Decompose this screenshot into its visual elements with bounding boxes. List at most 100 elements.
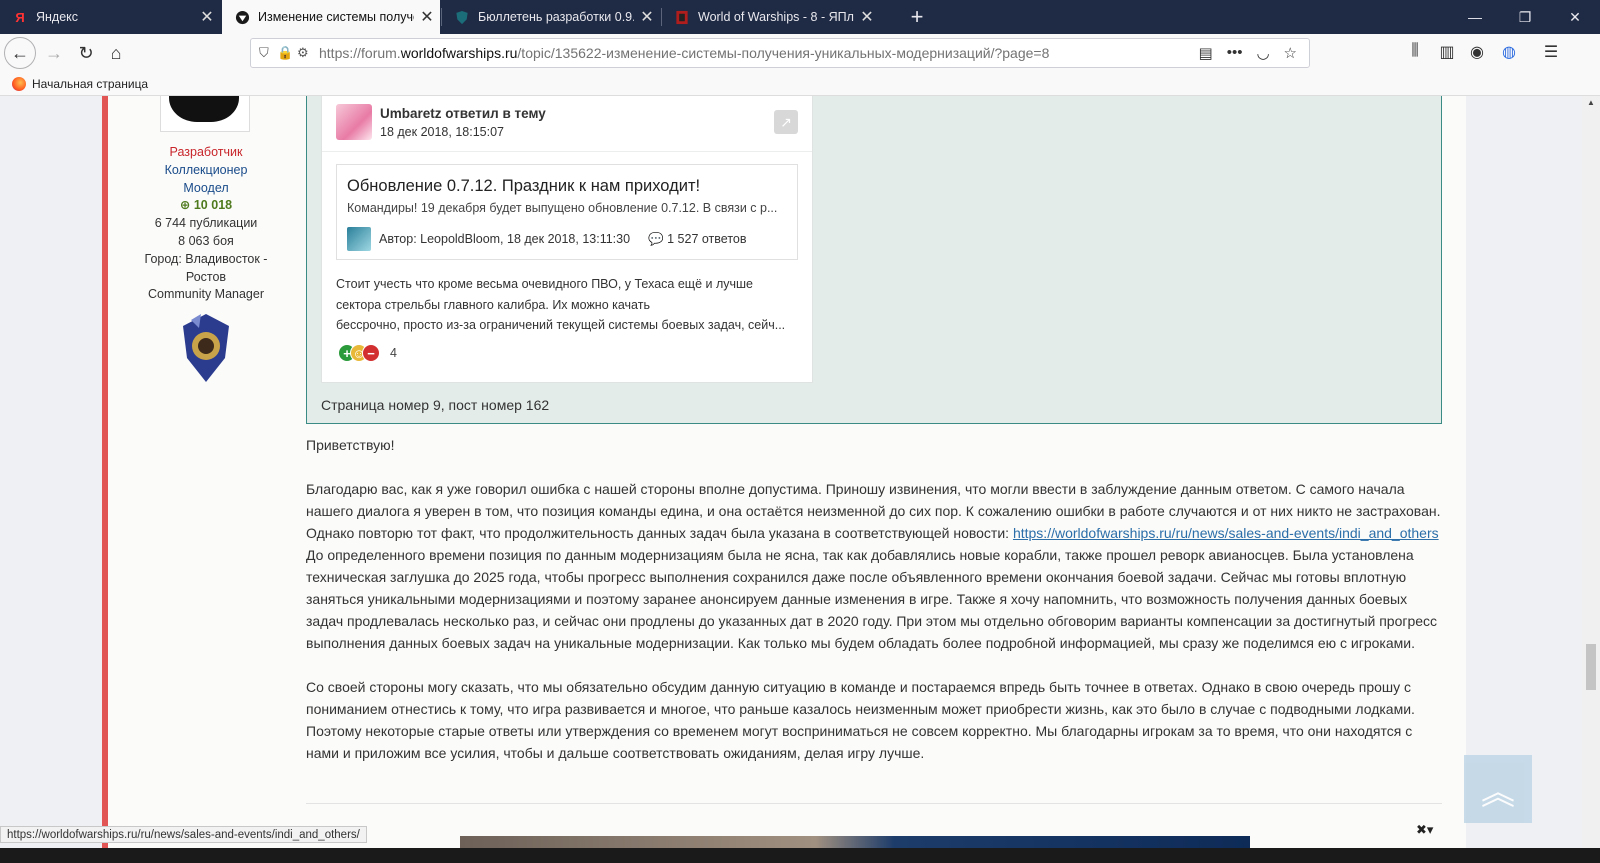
home-icon: ⌂ — [110, 42, 122, 63]
badge-emblem-icon — [179, 312, 233, 384]
vpn-globe-icon[interactable]: ◍ — [1498, 42, 1520, 62]
tab-yandex[interactable]: Я Яндекс ✕ — [0, 0, 220, 34]
tab-bar: Я Яндекс ✕ Изменение системы получени ✕ … — [0, 0, 1600, 34]
url-prefix: https://forum. — [319, 45, 401, 61]
bookmark-home[interactable]: Начальная страница — [32, 77, 148, 91]
role-collector: Коллекционер — [164, 162, 248, 177]
greeting: Приветствую! — [306, 437, 395, 453]
member-title: Community Manager — [147, 287, 264, 302]
paragraph-1: Благодарю вас, как я уже говорил ошибка … — [306, 478, 1442, 654]
tab-active[interactable]: Изменение системы получени ✕ — [222, 0, 440, 34]
tab-wows-yaplakal[interactable]: World of Warships - 8 - ЯПлак ✕ — [662, 0, 880, 34]
divider — [306, 803, 1442, 804]
tab-title: World of Warships - 8 - ЯПлак — [698, 10, 854, 24]
arrow-right-icon: → — [45, 42, 63, 63]
ad-banner[interactable] — [460, 836, 1250, 848]
page-content: Разработчик Коллекционер Моодел ⊕ 10 018… — [0, 96, 1582, 848]
address-bar[interactable]: ⛉ 🔒 ⚙ https://forum.worldofwarships.ru/t… — [250, 38, 1310, 68]
new-tab-button[interactable]: + — [904, 0, 930, 34]
permissions-icon[interactable]: ⚙ — [297, 45, 319, 61]
reply-count: 1 527 ответов — [667, 231, 747, 246]
news-link[interactable]: https://worldofwarships.ru/ru/news/sales… — [1013, 525, 1439, 541]
library-icon[interactable]: ⫼ — [1404, 42, 1426, 60]
role-modeler: Моодел — [183, 180, 229, 195]
city-continued: Ростов — [185, 269, 227, 284]
bookmark-star-icon[interactable]: ☆ — [1284, 44, 1297, 62]
reputation-value: 10 018 — [193, 198, 233, 213]
post-body: Приветствую! Благодарю вас, как я уже го… — [306, 434, 1442, 786]
author-avatar-icon — [347, 227, 371, 251]
url-domain: worldofwarships.ru — [400, 45, 518, 61]
city: Город: Владивосток - — [144, 251, 268, 266]
quote-header: Umbaretz ответил в тему 18 дек 2018, 18:… — [322, 96, 812, 152]
plus-circle-icon: ⊕ — [179, 198, 191, 213]
nav-bar: ← → ↻ ⌂ ⛉ 🔒 ⚙ https://forum.worldofwarsh… — [0, 34, 1600, 72]
close-icon[interactable]: ✕ — [414, 7, 440, 27]
scroll-thumb[interactable] — [1586, 644, 1596, 690]
post-count: 6 744 публикации — [154, 216, 258, 231]
sidebar-icon[interactable]: ▥ — [1436, 42, 1458, 62]
reload-icon: ↻ — [78, 42, 94, 63]
forward-button[interactable]: → — [38, 37, 70, 69]
quote-card: Umbaretz ответил в тему 18 дек 2018, 18:… — [321, 96, 813, 383]
restore-button[interactable]: ❐ — [1500, 0, 1550, 34]
close-icon[interactable]: ✕ — [194, 7, 220, 27]
double-chevron-up-icon: ︽ — [1481, 773, 1515, 812]
battle-count: 8 063 боя — [178, 233, 234, 248]
bookmarks-bar: Начальная страница — [0, 72, 1600, 96]
share-icon[interactable]: ↗ — [774, 110, 798, 134]
embed-title[interactable]: Обновление 0.7.12. Праздник к нам приход… — [347, 177, 700, 196]
tab-title: Бюллетень разработки 0.9.0 | — [478, 10, 634, 24]
ad-close-icon[interactable]: ✖▾ — [1416, 822, 1433, 838]
more-actions-icon[interactable]: ••• — [1227, 44, 1243, 62]
status-bar-url: https://worldofwarships.ru/ru/news/sales… — [0, 826, 367, 843]
quote-line: Стоит учесть что кроме весьма очевидного… — [336, 277, 753, 291]
tab-bulletin[interactable]: Бюллетень разработки 0.9.0 | ✕ — [442, 0, 660, 34]
reload-button[interactable]: ↻ — [70, 37, 102, 69]
embedded-topic[interactable]: Обновление 0.7.12. Праздник к нам приход… — [336, 164, 798, 260]
url-actions: ▤ ••• ◡ ☆ — [1199, 44, 1310, 62]
reputation: ⊕ 10 018 — [108, 197, 304, 215]
pocket-icon[interactable]: ◡ — [1256, 44, 1269, 62]
scroll-to-top-button[interactable]: ︽ — [1464, 755, 1532, 823]
home-button[interactable]: ⌂ — [100, 37, 132, 69]
role-developer: Разработчик — [169, 145, 243, 159]
close-icon[interactable]: ✕ — [634, 7, 660, 27]
tracking-shield-icon[interactable]: ⛉ — [259, 45, 277, 61]
author-panel: Разработчик Коллекционер Моодел ⊕ 10 018… — [108, 96, 304, 384]
close-icon[interactable]: ✕ — [854, 7, 880, 27]
tab-separator — [441, 8, 442, 26]
comment-icon: 💬 — [648, 231, 664, 246]
tab-title: Изменение системы получени — [258, 10, 414, 24]
firefox-icon — [12, 76, 26, 91]
tab-title: Яндекс — [36, 10, 79, 24]
embed-meta: Автор: LeopoldBloom, 18 дек 2018, 13:11:… — [347, 227, 747, 251]
text: До определенного времени позиция по данн… — [306, 547, 1438, 651]
account-icon[interactable]: ◉ — [1466, 42, 1488, 62]
wows-red-icon — [674, 9, 690, 25]
minimize-button[interactable]: — — [1450, 0, 1500, 34]
tab-separator — [661, 8, 662, 26]
back-button[interactable]: ← — [4, 37, 36, 69]
shield-icon — [454, 9, 470, 25]
taskbar-edge — [0, 848, 1600, 863]
lock-icon[interactable]: 🔒 — [277, 45, 297, 61]
menu-icon[interactable]: ☰ — [1540, 42, 1562, 62]
quoted-user-avatar[interactable] — [336, 104, 372, 140]
scroll-up-icon[interactable]: ▲ — [1582, 96, 1600, 110]
scrollbar[interactable]: ▲ — [1582, 96, 1600, 848]
quote-line: сектора стрельбы главного калибра. Их мо… — [336, 297, 650, 312]
url-path: /topic/135622-изменение-системы-получени… — [517, 45, 1050, 61]
reader-view-icon[interactable]: ▤ — [1199, 44, 1213, 62]
reactions[interactable]: + ☺ − 4 — [338, 344, 397, 362]
quote-line: бессрочно, просто из-за ограничений теку… — [336, 318, 786, 332]
window-close-button[interactable]: ✕ — [1550, 0, 1600, 34]
wows-icon — [234, 9, 250, 25]
url-text[interactable]: https://forum.worldofwarships.ru/topic/1… — [319, 45, 1199, 61]
reaction-count: 4 — [390, 346, 397, 360]
quote-text: Стоит учесть что кроме весьма очевидного… — [336, 274, 802, 336]
quote-block: Umbaretz ответил в тему 18 дек 2018, 18:… — [306, 96, 1442, 424]
avatar[interactable] — [160, 96, 250, 132]
quote-author[interactable]: Umbaretz ответил в тему — [380, 106, 546, 121]
embed-author: Автор: LeopoldBloom, 18 дек 2018, 13:11:… — [379, 232, 631, 246]
